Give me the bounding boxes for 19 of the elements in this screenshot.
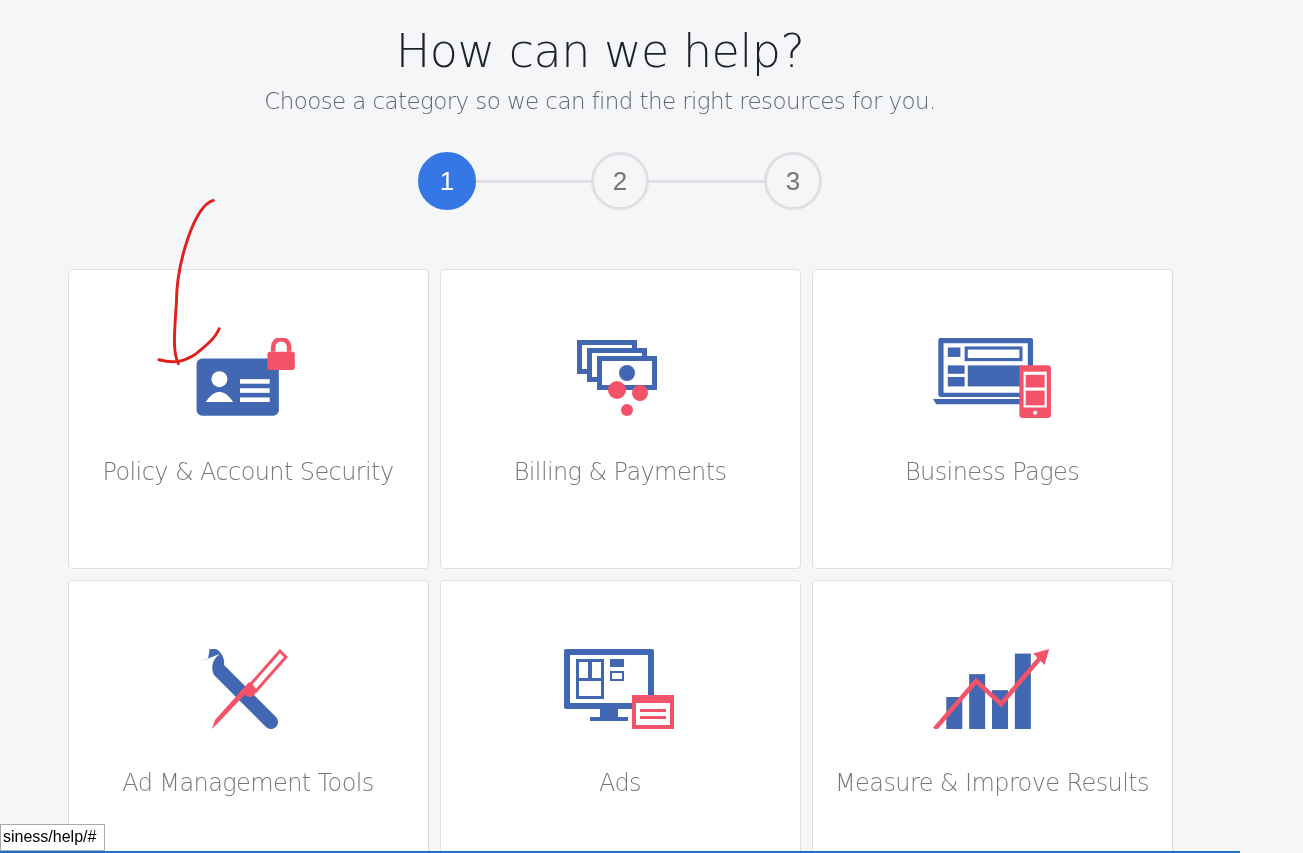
category-label: Measure & Improve Results: [835, 769, 1149, 797]
link-status-tooltip: siness/help/#: [0, 824, 106, 851]
page-subtitle: Choose a category so we can find the right resources for you.: [264, 88, 937, 114]
bar-chart-arrow-icon: [932, 649, 1052, 729]
category-card[interactable]: Policy & Account Security: [67, 269, 429, 569]
category-label: Policy & Account Security: [102, 458, 394, 486]
page-title: How can we help?: [395, 24, 806, 78]
step-circle: 2: [591, 152, 649, 210]
step-circle: 1: [418, 152, 476, 210]
category-label: Billing & Payments: [513, 458, 727, 486]
category-card[interactable]: Billing & Payments: [439, 269, 801, 569]
category-card[interactable]: Business Pages: [811, 269, 1173, 569]
category-label: Business Pages: [904, 458, 1080, 486]
category-card[interactable]: Ads: [439, 580, 801, 853]
laptop-phone-icon: [932, 338, 1052, 418]
category-label: Ads: [599, 769, 641, 797]
category-label: Ad Management Tools: [122, 769, 374, 797]
category-card[interactable]: Measure & Improve Results: [811, 580, 1173, 853]
step-circle: 3: [764, 152, 822, 210]
